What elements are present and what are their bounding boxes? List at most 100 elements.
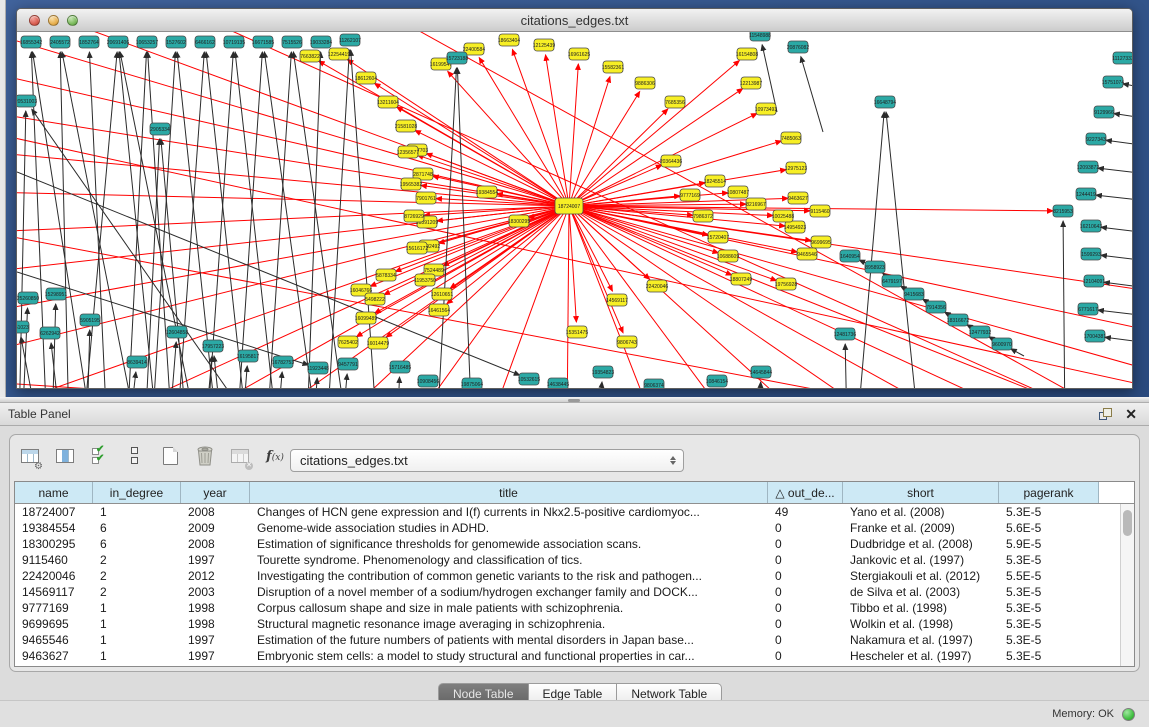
network-edge[interactable]	[242, 366, 247, 388]
network-edge[interactable]	[1106, 140, 1132, 147]
network-edge[interactable]	[169, 342, 176, 388]
column-header-short[interactable]: short	[843, 482, 999, 503]
network-node[interactable]: 10973493	[755, 103, 777, 115]
function-builder-icon[interactable]: f(x)	[263, 444, 287, 468]
network-edge[interactable]	[762, 45, 777, 112]
network-node[interactable]: 9227343	[1086, 133, 1106, 145]
network-node[interactable]: 9886306	[635, 77, 655, 89]
select-all-columns-icon[interactable]: ✔✔	[88, 444, 112, 468]
float-panel-icon[interactable]	[1099, 408, 1113, 421]
network-node[interactable]: 12213987	[740, 77, 762, 89]
network-node[interactable]: 16855342	[20, 36, 42, 48]
network-node[interactable]: 20364436	[660, 155, 682, 167]
network-node[interactable]: 7663822	[300, 50, 320, 62]
network-edge[interactable]	[342, 374, 347, 388]
network-node[interactable]: 15298951	[45, 288, 67, 300]
network-node[interactable]: 1599293	[1081, 248, 1101, 260]
network-edge[interactable]	[1063, 221, 1065, 388]
network-edge[interactable]	[307, 52, 321, 388]
table-row[interactable]: 1830029562008Estimation of significance …	[15, 536, 1134, 552]
column-header-name[interactable]: name	[15, 482, 93, 503]
table-settings-icon[interactable]: ⚙	[18, 444, 42, 468]
network-node[interactable]: 18612604	[355, 72, 377, 84]
vertical-scrollbar[interactable]	[1120, 504, 1134, 666]
network-node[interactable]: 12125439	[533, 39, 555, 51]
network-window-titlebar[interactable]: citations_edges.txt	[17, 9, 1132, 32]
network-edge[interactable]	[1101, 227, 1132, 234]
network-node[interactable]: 8215953	[1053, 205, 1073, 217]
network-node[interactable]: 16961625	[568, 48, 590, 60]
network-edge[interactable]	[1098, 310, 1132, 317]
network-node[interactable]: 1640954	[840, 250, 860, 262]
network-edge[interactable]	[801, 57, 823, 132]
network-node[interactable]: 14569117	[606, 294, 628, 306]
network-canvas[interactable]: 1872400712254419186126041321160421581028…	[17, 32, 1132, 388]
network-node[interactable]: 16461564	[428, 304, 450, 316]
scrollbar-thumb[interactable]	[1123, 510, 1132, 536]
network-node[interactable]: 21581028	[395, 120, 417, 132]
network-edge[interactable]	[17, 206, 569, 232]
network-node[interactable]: 10807487	[727, 186, 749, 198]
network-node[interactable]: 7901761	[416, 192, 436, 204]
network-node[interactable]: 16195817	[237, 350, 259, 362]
network-node[interactable]: 9777169	[680, 189, 700, 201]
table-selector-combobox[interactable]: citations_edges.txt	[290, 449, 684, 472]
table-row[interactable]: 1872400712008Changes of HCN gene express…	[15, 504, 1134, 520]
network-edge[interactable]	[434, 206, 569, 275]
network-node[interactable]: 9129966	[1094, 106, 1114, 118]
network-node[interactable]: 1527602	[166, 36, 186, 48]
network-edge[interactable]	[62, 52, 137, 388]
network-node[interactable]: 19875064	[461, 378, 483, 388]
network-node[interactable]: 5905195	[80, 314, 100, 326]
network-node[interactable]: 7625402	[338, 336, 358, 348]
table-row[interactable]: 1456911722003Disruption of a novel membe…	[15, 584, 1134, 600]
network-node[interactable]: 8958923	[865, 261, 885, 273]
network-node[interactable]: 14638445	[547, 378, 569, 388]
network-node[interactable]: 5878334	[376, 269, 396, 281]
network-edge[interactable]	[1096, 195, 1132, 202]
network-node[interactable]: 16099489	[355, 312, 377, 324]
network-edge[interactable]	[1123, 84, 1132, 90]
network-node[interactable]: 10532615	[518, 373, 540, 385]
network-node[interactable]: 9465546	[797, 248, 817, 260]
network-node[interactable]: 15723188	[446, 52, 468, 64]
network-node[interactable]: 12975123	[785, 162, 807, 174]
network-node[interactable]: 7914356	[926, 301, 946, 313]
network-node[interactable]: 15716485	[389, 361, 411, 373]
network-node[interactable]: 10653257	[136, 36, 158, 48]
network-edge[interactable]	[569, 206, 1057, 388]
network-edge[interactable]	[370, 206, 569, 286]
network-node[interactable]: 16154808	[736, 48, 758, 60]
network-edge[interactable]	[89, 52, 107, 388]
network-edge[interactable]	[17, 382, 1132, 388]
network-node[interactable]: 2905334	[150, 123, 170, 135]
column-header-out-degree-sorted[interactable]: △ out_de...	[768, 482, 843, 503]
network-node[interactable]: 18807249	[730, 273, 752, 285]
network-node[interactable]: 10719135	[223, 36, 245, 48]
network-edge[interactable]	[277, 372, 282, 388]
network-node[interactable]: 19354823	[592, 366, 614, 378]
network-node[interactable]: 16014479	[367, 337, 389, 349]
network-node[interactable]: 9115460	[810, 205, 830, 217]
network-node[interactable]: 12254419	[328, 48, 350, 60]
network-node[interactable]: 7685356	[665, 96, 685, 108]
network-node[interactable]: 12610651	[431, 288, 453, 300]
table-row[interactable]: 946362711997Embryonic stem cells: a mode…	[15, 648, 1134, 664]
network-edge[interactable]	[487, 206, 569, 388]
network-edge[interactable]	[1101, 255, 1132, 262]
delete-column-trash-icon[interactable]	[193, 444, 217, 468]
network-node[interactable]: 10846154	[706, 375, 728, 387]
table-row[interactable]: 2242004622012Investigating the contribut…	[15, 568, 1134, 584]
network-node[interactable]: 20691406	[107, 36, 129, 48]
split-divider-grip[interactable]	[568, 399, 580, 402]
network-node[interactable]: 18300295	[508, 215, 530, 227]
table-row[interactable]: 946554611997Estimation of the future num…	[15, 632, 1134, 648]
network-node[interactable]: 17004381	[1084, 330, 1106, 342]
network-node[interactable]: 9600970	[992, 338, 1012, 350]
network-node[interactable]: 19756928	[775, 278, 797, 290]
network-node[interactable]: 20876082	[787, 41, 809, 53]
network-edge[interactable]	[21, 337, 39, 388]
network-view[interactable]: 1872400712254419186126041321160421581028…	[17, 32, 1132, 388]
network-node[interactable]: 6479197	[882, 275, 902, 287]
network-node[interactable]: 15616172	[406, 242, 428, 254]
